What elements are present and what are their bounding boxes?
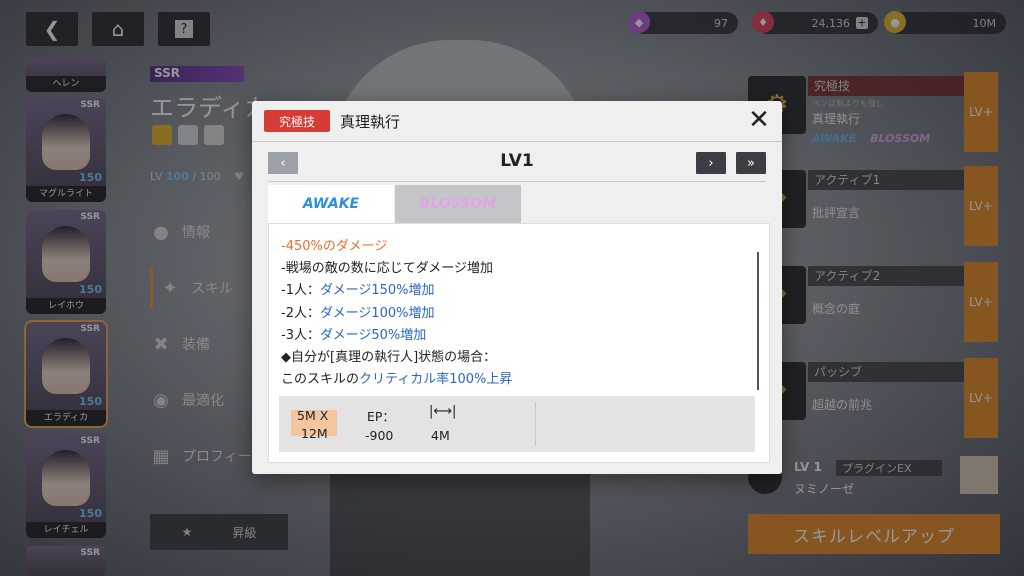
divider (535, 402, 536, 446)
description-text: ◆自分が[真理の執行人]状態の場合： (281, 350, 497, 366)
description-line: -3人：ダメージ50%増加 (281, 325, 512, 347)
description-text: クリティカル率100%上昇 (359, 372, 513, 388)
range-arrow-icon: |⟷| (429, 404, 457, 419)
description-text: ダメージ50%増加 (319, 327, 427, 343)
divider (268, 181, 766, 182)
description-line: -2人：ダメージ100%増加 (281, 303, 512, 325)
modal-header: 究極技 真理執行 ✕ (252, 101, 782, 142)
close-icon: ✕ (748, 105, 770, 135)
range-value: 4M (431, 428, 450, 443)
description-text: このスキルの (281, 372, 360, 388)
skill-type-badge: 究極技 (264, 110, 330, 132)
chevron-right-icon: › (708, 155, 714, 171)
description-line: -450%のダメージ (281, 236, 512, 258)
description-line: -戦場の敵の数に応じてダメージ増加 (281, 258, 512, 280)
close-button[interactable]: ✕ (744, 105, 774, 135)
description-text: -2人： (281, 305, 320, 321)
area-size-bottom: 12M (301, 426, 328, 441)
description-text: ダメージ100%増加 (319, 305, 435, 321)
tab-blossom[interactable]: BLOSSOM (395, 185, 521, 223)
area-size-top: 5M X (297, 408, 329, 423)
description-text: -3人： (281, 327, 320, 343)
skill-description: -450%のダメージ -戦場の敵の数に応じてダメージ増加 -1人：ダメージ150%増… (281, 236, 512, 391)
ep-value: -900 (365, 428, 394, 443)
modal-title: 真理執行 (340, 113, 401, 131)
max-level-button[interactable]: » (736, 152, 766, 174)
skill-description-panel[interactable]: -450%のダメージ -戦場の敵の数に応じてダメージ増加 -1人：ダメージ150%増… (268, 223, 770, 463)
description-line: ◆自分が[真理の執行人]状態の場合： (281, 347, 512, 369)
scrollbar[interactable] (757, 252, 759, 390)
description-text: ダメージ150%増加 (319, 283, 435, 299)
tab-awake[interactable]: AWAKE (268, 185, 394, 225)
description-text: -戦場の敵の数に応じてダメージ増加 (281, 261, 494, 277)
description-line: このスキルのクリティカル率100%上昇 (281, 369, 512, 391)
skill-detail-modal: 究極技 真理執行 ✕ ‹ LV1 › » AWAKE BLOSSOM -450%… (252, 101, 782, 474)
ep-label: EP： (367, 409, 395, 424)
description-text: -1人： (281, 283, 320, 299)
next-level-button[interactable]: › (696, 152, 726, 174)
description-line: -1人：ダメージ150%増加 (281, 280, 512, 302)
skill-stats: 5M X 12M EP： -900 |⟷| 4M (279, 396, 755, 452)
description-text: 450%のダメージ (285, 239, 388, 254)
double-chevron-right-icon: » (747, 155, 755, 171)
